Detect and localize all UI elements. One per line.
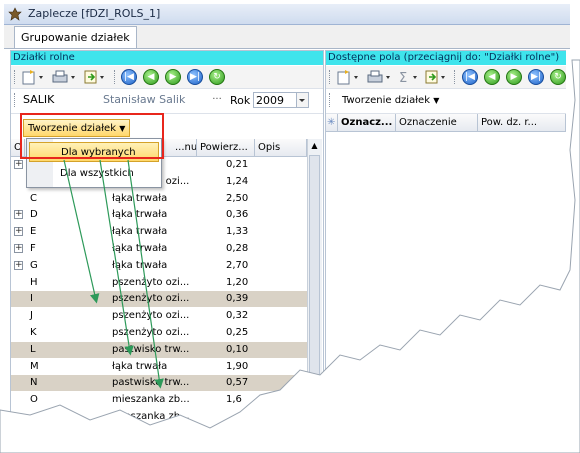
torn-edge-decoration [0, 59, 580, 453]
app-window: Zaplecze [fDZI_ROLS_1] Grupowanie działe… [0, 0, 580, 453]
